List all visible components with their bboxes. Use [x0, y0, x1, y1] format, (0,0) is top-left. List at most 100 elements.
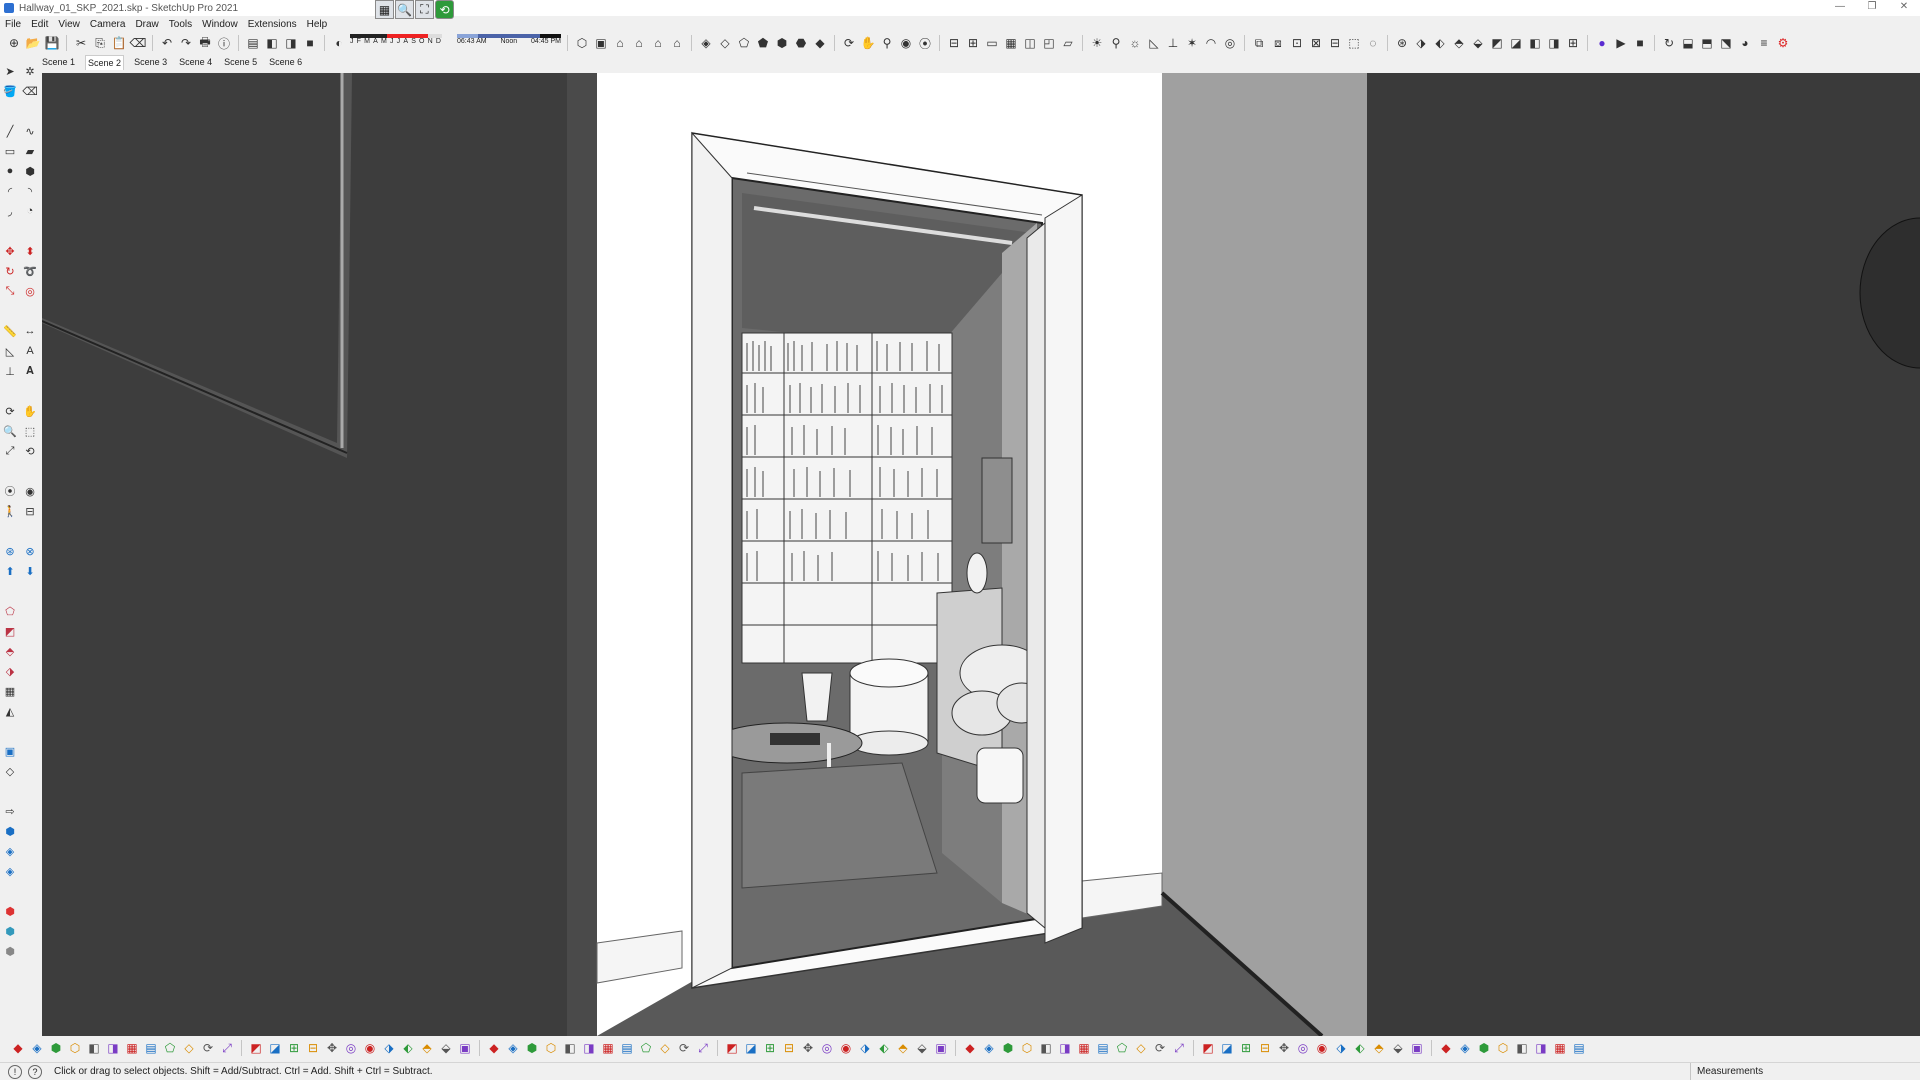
extension-tool-icon[interactable]: ⬡ [1495, 1040, 1511, 1056]
protractor-tool-icon[interactable]: ◺ [1, 342, 19, 360]
three-point-arc-icon[interactable]: ◞ [1, 202, 19, 220]
extension-tool-icon[interactable]: ✥ [324, 1040, 340, 1056]
burst-icon[interactable]: ✶ [1184, 35, 1200, 51]
back-edges-icon[interactable]: ◇ [717, 35, 733, 51]
cube-grey-icon[interactable]: ⬢ [1, 942, 19, 960]
extension-tool-icon[interactable]: ⬡ [1019, 1040, 1035, 1056]
circle-outline-icon[interactable]: ◎ [1222, 35, 1238, 51]
play-icon[interactable]: ▶ [1613, 35, 1629, 51]
paste-icon[interactable]: 📋 [111, 35, 127, 51]
redo-icon[interactable]: ↷ [178, 35, 194, 51]
extension-tool-icon[interactable]: ◆ [962, 1040, 978, 1056]
zoom-extents-tool-icon[interactable]: ⤢ [1, 442, 19, 460]
line-icon[interactable]: ╱ [1, 122, 19, 140]
solar-north-icon[interactable]: ☀ [1089, 35, 1105, 51]
tab-scene-2[interactable]: Scene 2 [85, 55, 125, 70]
tab-scene-6[interactable]: Scene 6 [267, 55, 304, 70]
open-icon[interactable]: 📂 [25, 35, 41, 51]
arc-icon[interactable]: ◠ [1203, 35, 1219, 51]
walk-icon[interactable]: ⚲ [879, 35, 895, 51]
minimize-icon[interactable]: — [1824, 0, 1856, 16]
outliner-icon[interactable]: ▤ [245, 35, 261, 51]
copy-icon[interactable]: ⎘ [92, 35, 108, 51]
extension-tool-icon[interactable]: ⬖ [1352, 1040, 1368, 1056]
extension-tool-icon[interactable]: ⬖ [876, 1040, 892, 1056]
hidden-line-icon[interactable]: ⬟ [755, 35, 771, 51]
extension-tool-icon[interactable]: ⬗ [381, 1040, 397, 1056]
stamp-icon[interactable]: ◰ [1041, 35, 1057, 51]
extension-tool-icon[interactable]: ⬢ [1476, 1040, 1492, 1056]
materials-icon[interactable]: ■ [302, 35, 318, 51]
freehand-icon[interactable]: ∿ [21, 122, 39, 140]
share-component-icon[interactable]: ⬇ [21, 562, 39, 580]
two-point-arc-icon[interactable]: ◝ [21, 182, 39, 200]
smoove-icon[interactable]: ◫ [1022, 35, 1038, 51]
shadows-toggle-icon[interactable]: ◐ [331, 35, 347, 51]
menu-help[interactable]: Help [302, 17, 333, 32]
solid-trim-icon[interactable]: ⊠ [1308, 35, 1324, 51]
extension-tool-icon[interactable]: ◧ [1514, 1040, 1530, 1056]
arrow-right-icon[interactable]: ⇨ [1, 802, 19, 820]
extension-tool-icon[interactable]: ◪ [743, 1040, 759, 1056]
extension-tool-icon[interactable]: ◈ [981, 1040, 997, 1056]
extension-tool-icon[interactable]: ◎ [819, 1040, 835, 1056]
extension-tool-icon[interactable]: ⟳ [676, 1040, 692, 1056]
rotated-rectangle-icon[interactable]: ▰ [21, 142, 39, 160]
extension-tool-icon[interactable]: ◆ [1438, 1040, 1454, 1056]
extension-tool-icon[interactable]: ▣ [457, 1040, 473, 1056]
extension-tool-icon[interactable]: ◩ [1200, 1040, 1216, 1056]
extension-tool-icon[interactable]: ⊟ [781, 1040, 797, 1056]
extension-l-icon[interactable]: ⬔ [1718, 35, 1734, 51]
protractor-icon[interactable]: ◺ [1146, 35, 1162, 51]
extension-tool-icon[interactable]: ⬖ [400, 1040, 416, 1056]
offset-icon[interactable]: ◎ [21, 282, 39, 300]
circle-icon[interactable]: ● [1, 162, 19, 180]
menu-edit[interactable]: Edit [26, 17, 53, 32]
extension-tool-icon[interactable]: ◆ [10, 1040, 26, 1056]
extension-tool-icon[interactable]: ◨ [1057, 1040, 1073, 1056]
extension-tool-icon[interactable]: ⬙ [438, 1040, 454, 1056]
warehouse-icon[interactable]: ⊛ [1394, 35, 1410, 51]
extension-tool-icon[interactable]: ⊞ [1238, 1040, 1254, 1056]
top-view-icon[interactable]: ▣ [593, 35, 609, 51]
orbit-icon[interactable]: ⟳ [841, 35, 857, 51]
extension-tool-icon[interactable]: ◩ [248, 1040, 264, 1056]
walk-tool-icon[interactable]: 🚶 [1, 502, 19, 520]
iso-view-icon[interactable]: ⬡ [574, 35, 590, 51]
extension-b-icon[interactable]: ⬖ [1432, 35, 1448, 51]
extension-tool-icon[interactable]: ⬗ [857, 1040, 873, 1056]
extension-tool-icon[interactable]: ▦ [1552, 1040, 1568, 1056]
select-icon[interactable]: ➤ [1, 62, 19, 80]
extension-f-icon[interactable]: ◪ [1508, 35, 1524, 51]
extension-n-icon[interactable]: ≡ [1756, 35, 1772, 51]
extension-tool-icon[interactable]: ◈ [1457, 1040, 1473, 1056]
zoom-extents-icon[interactable]: ⛶ [415, 0, 434, 19]
shaded-textures-icon[interactable]: ⬣ [793, 35, 809, 51]
extension-tool-icon[interactable]: ◇ [181, 1040, 197, 1056]
eraser-icon[interactable]: ⌫ [21, 82, 39, 100]
extension-tool-icon[interactable]: ▦ [1076, 1040, 1092, 1056]
extension-tool-icon[interactable]: ◎ [343, 1040, 359, 1056]
solid-tools-icon[interactable]: ◌ [1365, 35, 1381, 51]
shaded-icon[interactable]: ⬢ [774, 35, 790, 51]
extension-tool-icon[interactable]: ✥ [800, 1040, 816, 1056]
rotate-icon[interactable]: ↻ [1, 262, 19, 280]
push-pull-icon[interactable]: ⬍ [21, 242, 39, 260]
print-icon[interactable]: 🖶 [197, 35, 213, 51]
model-viewport[interactable] [42, 73, 1920, 1036]
extension-k-icon[interactable]: ⬒ [1699, 35, 1715, 51]
extension-tool-icon[interactable]: ⬠ [638, 1040, 654, 1056]
extension-tool-icon[interactable]: ◉ [838, 1040, 854, 1056]
look-around-icon[interactable]: ◉ [898, 35, 914, 51]
extension-tool-icon[interactable]: ◉ [362, 1040, 378, 1056]
extension-tool-icon[interactable]: ◈ [29, 1040, 45, 1056]
cube-light-blue-icon[interactable]: ⬢ [1, 922, 19, 940]
menu-extensions[interactable]: Extensions [243, 17, 302, 32]
pan-tool-icon[interactable]: ✋ [21, 402, 39, 420]
restore-icon[interactable]: ❐ [1856, 0, 1888, 16]
close-icon[interactable]: ✕ [1888, 0, 1920, 16]
shadow-time-slider[interactable]: 06:43 AM Noon 04:45 PM [457, 34, 561, 52]
extension-tool-icon[interactable]: ⊟ [1257, 1040, 1273, 1056]
sandbox-smoove-icon[interactable]: ◩ [1, 622, 19, 640]
extension-warehouse-icon[interactable]: ⊗ [21, 542, 39, 560]
